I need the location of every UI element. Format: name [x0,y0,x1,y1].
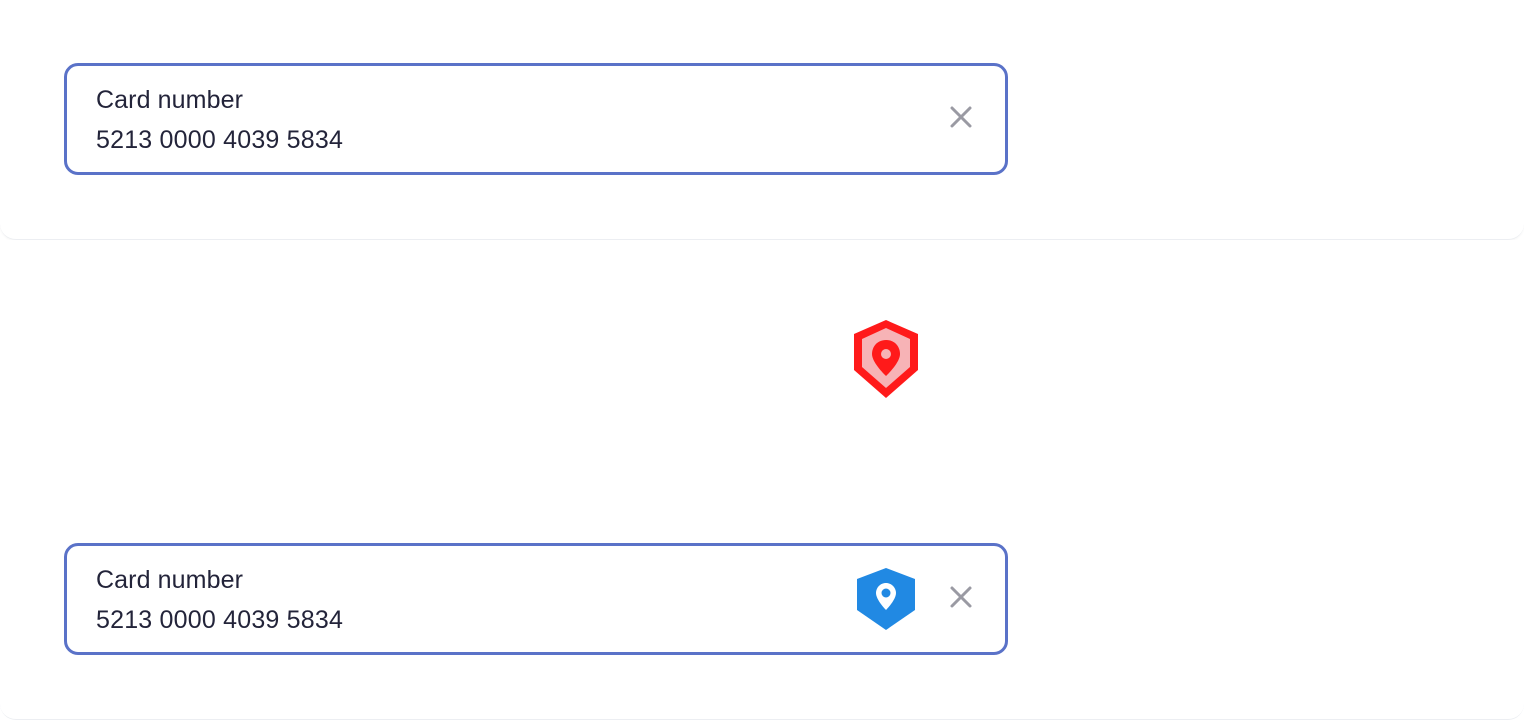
card-number-field[interactable]: Card number 5213 0000 4039 5834 [64,63,1008,175]
close-icon [949,105,973,134]
card-number-value[interactable]: 5213 0000 4039 5834 [96,126,343,155]
card-number-label: Card number [96,86,243,114]
clear-button[interactable] [947,105,975,133]
top-panel: Card number 5213 0000 4039 5834 [0,0,1524,240]
card-number-field-secured[interactable]: Card number 5213 0000 4039 5834 [64,543,1008,655]
shield-location-icon[interactable] [850,318,922,400]
shield-location-icon[interactable] [856,567,916,631]
clear-button[interactable] [947,585,975,613]
card-number-value[interactable]: 5213 0000 4039 5834 [96,606,343,635]
page: Card number 5213 0000 4039 5834 Card num… [0,0,1524,720]
card-number-label: Card number [96,566,243,594]
close-icon [949,585,973,614]
